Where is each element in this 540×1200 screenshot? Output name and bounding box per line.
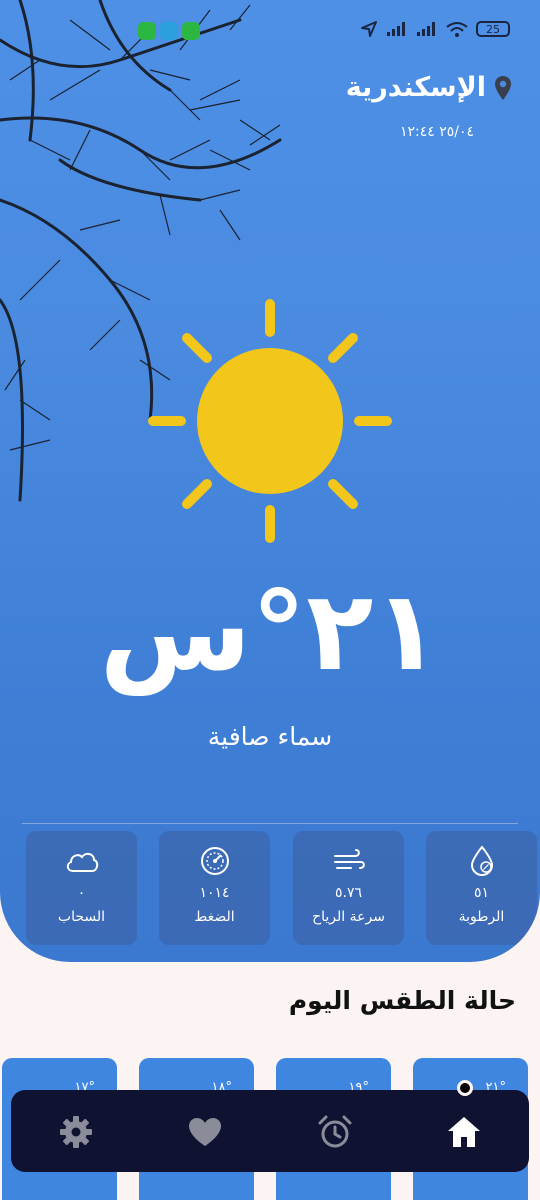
- nav-alarm[interactable]: [313, 1110, 357, 1154]
- heart-icon: [189, 1118, 221, 1146]
- alarm-icon: [318, 1115, 352, 1148]
- humidity-icon: [470, 845, 493, 877]
- section-title-today: حالة الطقس اليوم: [288, 986, 516, 1015]
- stat-label: السحاب: [57, 909, 106, 925]
- wind-icon: [333, 849, 365, 869]
- stat-card-wind: ٥.٧٦ سرعة الرياح: [293, 831, 404, 945]
- status-bar: 25: [0, 0, 540, 60]
- stat-card-pressure: ١٠١٤ الضغط: [159, 831, 270, 945]
- signal-icon: [417, 22, 435, 36]
- telegram-icon: [160, 22, 178, 40]
- stat-card-clouds: ٠ السحاب: [26, 831, 137, 945]
- sun-icon: [148, 299, 392, 543]
- active-indicator: [457, 1080, 473, 1096]
- stat-value: ٠: [77, 885, 86, 901]
- date-time: ٢٥/٠٤ ١٢:٤٤: [399, 124, 474, 140]
- home-icon: [448, 1117, 480, 1147]
- stat-value: ١٠١٤: [199, 885, 230, 901]
- settings-icon: [60, 1116, 92, 1148]
- bottom-navigation: [11, 1080, 529, 1172]
- nav-settings[interactable]: [54, 1110, 98, 1154]
- notification-icons: [138, 22, 200, 40]
- stat-value: ٥.٧٦: [334, 885, 362, 901]
- current-temperature: ٢١°س: [99, 567, 441, 695]
- nav-home[interactable]: [442, 1110, 486, 1154]
- weather-condition: سماء صافية: [207, 722, 333, 751]
- signal-icon: [387, 22, 405, 36]
- system-icons: 25: [360, 20, 510, 38]
- stat-label: الضغط: [194, 909, 235, 925]
- stat-label: الرطوبة: [458, 909, 505, 925]
- location-arrow-icon: [361, 21, 377, 37]
- stat-label: سرعة الرياح: [312, 909, 385, 925]
- whatsapp-icon: [138, 22, 156, 40]
- map-pin-icon: [495, 75, 511, 100]
- weather-hero: 25 الإسكندرية ٢٥/٠٤ ١٢:٤٤ ٢١°س سماء صافي…: [0, 0, 540, 962]
- stat-value: ٥١: [473, 885, 490, 901]
- battery-indicator: 25: [476, 21, 510, 37]
- divider: [22, 823, 518, 824]
- stat-card-humidity: ٥١ الرطوبة: [426, 831, 537, 945]
- wifi-icon: [446, 22, 468, 37]
- nav-favorites[interactable]: [183, 1110, 227, 1154]
- location-header[interactable]: الإسكندرية: [346, 72, 512, 103]
- gauge-icon: [200, 847, 229, 875]
- whatsapp-icon: [182, 22, 200, 40]
- cloud-icon: [66, 852, 98, 872]
- weather-stats: ٠ السحاب ١٠١٤ الضغط ٥.٧٦ سرعة الرياح ٥١ …: [26, 831, 538, 945]
- city-name: الإسكندرية: [345, 72, 486, 103]
